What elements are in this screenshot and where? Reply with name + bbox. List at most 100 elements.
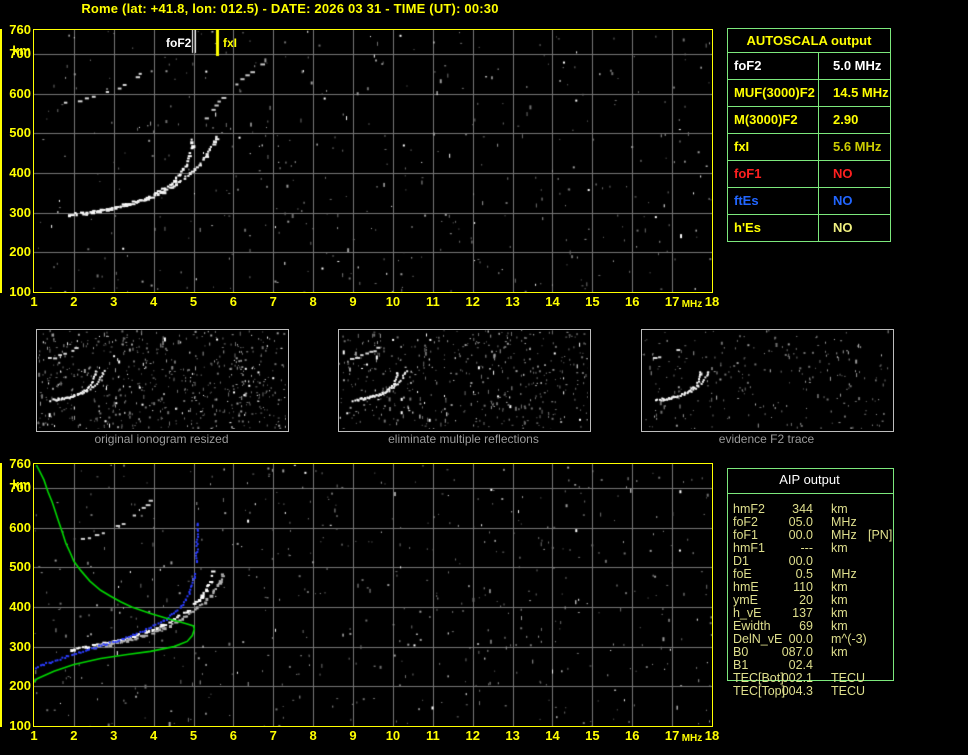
x-axis-unit: MHz [681, 733, 703, 744]
y-tick-label: 300 [9, 204, 31, 220]
x-tick-label: 9 [349, 728, 357, 743]
y-tick-label: 500 [9, 559, 31, 575]
aip-value: 004.3 [781, 684, 813, 698]
x-tick-label: 10 [385, 728, 401, 743]
x-tick-label: 4 [150, 294, 158, 309]
aip-extra: [PN] [868, 528, 893, 542]
y-tick-label: 760 [9, 22, 31, 37]
aip-unit: TECU [831, 684, 866, 698]
x-axis-unit: MHz [681, 299, 703, 310]
thumbnail-caption-eliminate: eliminate multiple reflections [388, 432, 539, 446]
autoscala-table-rows: foF2 5.0 MHz MUF(3000)F2 14.5 MHz M(3000)F2 2… [728, 53, 890, 241]
aip-row-B0: B0 087.0 km [727, 646, 957, 659]
autoscala-row-label: fxI [728, 134, 819, 160]
autoscala-row-label: MUF(3000)F2 [728, 80, 819, 106]
x-tick-label: 11 [425, 728, 440, 743]
x-tick-label: 7 [269, 294, 277, 309]
x-tick-label: 8 [309, 294, 317, 309]
thumbnail-eliminate-canvas [339, 330, 588, 429]
autoscala-row-value: NO [833, 166, 853, 181]
aip-unit: km [831, 541, 848, 555]
x-tick-label: 6 [229, 294, 238, 309]
y-tick-label: 400 [9, 598, 31, 614]
aip-row-TEC[Top]: TEC[Top] 004.3 TECU [727, 685, 957, 698]
thumbnail-caption-evidence: evidence F2 trace [718, 432, 815, 446]
y-tick-label: 500 [9, 125, 31, 141]
autoscala-row-label: ftEs [728, 188, 819, 214]
autoscala-row-MUF(3000)F2: MUF(3000)F2 14.5 MHz [728, 80, 890, 107]
aip-row-hmF1: hmF1 --- km [727, 542, 957, 555]
autoscala-row-value: 14.5 MHz [833, 85, 889, 100]
x-tick-label: 16 [625, 728, 640, 743]
y-tick-label: 700 [9, 45, 31, 61]
top-ionogram-plot [33, 29, 713, 293]
aip-output-table: AIP output hmF2 344 km foF2 05.0 MHz foF1 00.0 M… [727, 468, 957, 700]
autoscala-output-table: AUTOSCALA output foF2 5.0 MHz MUF(3000)F2 1… [727, 28, 891, 242]
autoscala-row-label: foF2 [728, 53, 819, 79]
y-tick-label: 400 [9, 164, 31, 180]
thumbnail-evidence-canvas [642, 330, 891, 429]
x-tick-label: 1 [30, 294, 38, 309]
autoscala-row-value: 2.90 [833, 112, 859, 127]
y-tick-label: 600 [9, 85, 31, 101]
thumbnail-original-canvas [37, 330, 286, 429]
y-tick-label: 760 [9, 456, 31, 471]
autoscala-row-value: NO [833, 220, 853, 235]
autoscala-row-h'Es: h'Es NO [728, 215, 890, 241]
x-tick-label: 3 [110, 728, 118, 743]
aip-unit: km [831, 645, 848, 659]
x-tick-label: 14 [545, 728, 560, 743]
x-tick-label: 2 [70, 294, 78, 309]
autoscala-row-value: NO [833, 193, 853, 208]
foF2-marker-label: foF2 [166, 36, 192, 50]
x-tick-label: 3 [110, 294, 118, 309]
autoscala-row-foF1: foF1 NO [728, 161, 890, 188]
x-tick-label: 12 [465, 728, 480, 743]
x-tick-label: 14 [545, 294, 560, 309]
autoscala-row-ftEs: ftEs NO [728, 188, 890, 215]
x-tick-label: 18 [704, 728, 720, 743]
fxI-marker-label: fxI [223, 36, 238, 50]
x-tick-label: 13 [505, 294, 520, 309]
aip-table-title: AIP output [779, 472, 840, 487]
autoscala-row-fxI: fxI 5.6 MHz [728, 134, 890, 161]
thumbnail-original-ionogram [36, 329, 289, 432]
x-tick-label: 13 [505, 728, 520, 743]
autoscala-table-title: AUTOSCALA output [728, 29, 890, 53]
x-tick-label: 15 [585, 728, 600, 743]
page-title: Rome (lat: +41.8, lon: 012.5) - DATE: 20… [81, 1, 499, 16]
autoscala-row-label: foF1 [728, 161, 819, 187]
autoscala-row-M(3000)F2: M(3000)F2 2.90 [728, 107, 890, 134]
y-tick-label: 200 [9, 244, 31, 260]
x-tick-label: 11 [425, 294, 440, 309]
x-tick-label: 7 [269, 728, 277, 743]
x-tick-label: 2 [70, 728, 78, 743]
x-tick-label: 12 [465, 294, 480, 309]
x-tick-label: 8 [309, 728, 317, 743]
x-tick-label: 9 [349, 294, 357, 309]
bottom-ionogram-plot [33, 463, 713, 727]
x-tick-label: 6 [229, 728, 238, 743]
x-tick-label: 4 [150, 728, 158, 743]
aip-table-divider [727, 493, 893, 494]
x-tick-label: 18 [704, 294, 720, 309]
y-tick-label: 600 [9, 519, 31, 535]
x-tick-label: 16 [625, 294, 640, 309]
top-ionogram-canvas [34, 30, 712, 292]
thumbnail-evidence-f2 [641, 329, 894, 432]
y-tick-label: 300 [9, 638, 31, 654]
thumbnail-eliminate-reflections [338, 329, 591, 432]
autoscala-row-label: h'Es [728, 215, 819, 241]
x-tick-label: 5 [189, 728, 198, 743]
x-tick-label: 15 [585, 294, 600, 309]
autoscala-row-label: M(3000)F2 [728, 107, 819, 133]
x-tick-label: 5 [189, 294, 198, 309]
y-tick-label: 200 [9, 678, 31, 694]
autoscala-row-value: 5.0 MHz [833, 58, 882, 73]
thumbnail-caption-original: original ionogram resized [94, 432, 229, 446]
autoscala-row-foF2: foF2 5.0 MHz [728, 53, 890, 80]
autoscala-row-value: 5.6 MHz [833, 139, 882, 154]
x-tick-label: 1 [30, 728, 38, 743]
x-tick-label: 10 [385, 294, 401, 309]
y-tick-label: 700 [9, 479, 31, 495]
